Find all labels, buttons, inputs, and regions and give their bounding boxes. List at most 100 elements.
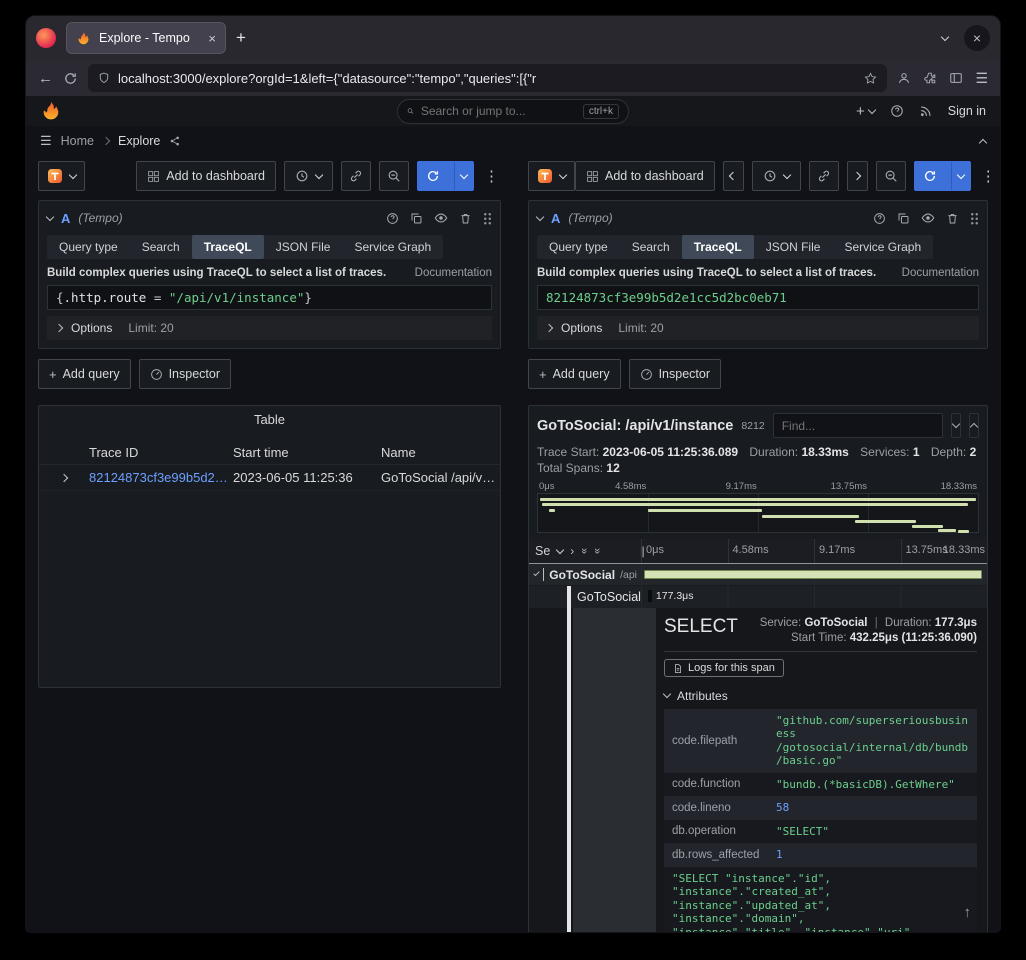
tab-query-type[interactable]: Query type — [47, 235, 130, 259]
list-tabs-icon[interactable] — [941, 32, 949, 40]
hide-query-icon[interactable] — [434, 211, 448, 225]
zoom-out-button[interactable] — [379, 161, 409, 191]
news-rss-icon[interactable] — [919, 104, 933, 118]
span-row-selected[interactable]: GoToSocial 177.3μs — [529, 586, 987, 608]
delete-query-icon[interactable] — [946, 212, 959, 225]
span-timeline[interactable] — [641, 564, 987, 585]
duplicate-query-icon[interactable] — [410, 212, 423, 225]
tab-json-file[interactable]: JSON File — [754, 235, 833, 259]
query-options-row[interactable]: Options Limit: 20 — [537, 316, 979, 340]
attributes-accordion[interactable]: Attributes — [664, 689, 977, 703]
logs-for-span-button[interactable]: Logs for this span — [664, 659, 784, 677]
account-icon[interactable] — [897, 71, 911, 85]
trace-id-link[interactable]: 82124873cf3e99b5d2e1... — [89, 470, 233, 485]
attribute-row[interactable]: code.filepath "github.com/superseriousbu… — [664, 709, 977, 773]
collapse-all-icon[interactable] — [578, 548, 590, 554]
tab-json-file[interactable]: JSON File — [264, 235, 343, 259]
query-help-icon[interactable] — [386, 212, 399, 225]
chevron-down-icon[interactable] — [556, 545, 564, 553]
expand-all-icon[interactable] — [591, 548, 603, 554]
firefox-view-icon[interactable] — [36, 28, 56, 48]
query-help-icon[interactable] — [873, 212, 886, 225]
shield-icon[interactable] — [98, 72, 110, 84]
datasource-picker[interactable] — [38, 161, 85, 191]
panel-title[interactable]: Table — [39, 406, 500, 427]
attribute-row[interactable]: code.lineno 58 — [664, 796, 977, 820]
tab-close-icon[interactable] — [208, 31, 216, 46]
help-icon[interactable] — [890, 104, 904, 118]
new-tab-button[interactable] — [236, 28, 246, 48]
span-duration-bar[interactable] — [644, 570, 981, 579]
col-header-start-time[interactable]: Start time — [233, 445, 381, 460]
collapse-query-icon[interactable] — [46, 212, 54, 220]
add-query-button[interactable]: Add query — [528, 359, 621, 389]
share-icon[interactable] — [169, 135, 181, 147]
attribute-row[interactable]: db.operation "SELECT" — [664, 820, 977, 844]
mega-menu-icon[interactable] — [40, 133, 52, 149]
add-query-button[interactable]: Add query — [38, 359, 131, 389]
inspector-button[interactable]: Inspector — [139, 359, 231, 389]
find-next-button[interactable] — [951, 413, 961, 438]
attribute-row[interactable]: db.rows_affected 1 — [664, 843, 977, 867]
pane-kebab-menu[interactable] — [482, 167, 501, 185]
attribute-row[interactable]: code.function "bundb.(*basicDB).GetWhere… — [664, 773, 977, 797]
scroll-top-icon[interactable] — [979, 138, 987, 146]
col-header-name[interactable]: Name — [381, 445, 500, 460]
back-button[interactable] — [38, 70, 53, 87]
new-menu-button[interactable] — [856, 103, 875, 120]
tab-traceql[interactable]: TraceQL — [682, 235, 754, 259]
run-query-button[interactable] — [914, 161, 971, 191]
attribute-row[interactable]: "SELECT "instance"."id", "instance"."cre… — [664, 867, 977, 933]
span-row-root[interactable]: GoToSocial /api — [529, 564, 987, 586]
sign-in-link[interactable]: Sign in — [948, 104, 986, 118]
documentation-link[interactable]: Documentation — [415, 267, 492, 279]
search-input[interactable] — [421, 104, 576, 118]
expand-one-icon[interactable] — [570, 544, 574, 558]
global-search[interactable]: ctrl+k — [397, 99, 629, 124]
tab-traceql[interactable]: TraceQL — [192, 235, 264, 259]
window-close-button[interactable] — [964, 25, 990, 51]
collapse-span-icon[interactable] — [533, 570, 539, 576]
col-header-trace-id[interactable]: Trace ID — [89, 445, 233, 460]
menu-icon[interactable] — [975, 70, 988, 87]
reload-button[interactable] — [63, 71, 78, 86]
drag-handle-icon[interactable] — [970, 212, 979, 225]
tab-service-graph[interactable]: Service Graph — [832, 235, 933, 259]
run-query-interval-dropdown[interactable] — [454, 162, 473, 190]
span-timeline[interactable]: 177.3μs — [641, 586, 987, 608]
time-picker-button[interactable] — [284, 161, 333, 191]
datasource-picker[interactable] — [528, 161, 575, 191]
scroll-to-top-icon[interactable] — [964, 904, 972, 921]
run-query-button[interactable] — [417, 161, 474, 191]
pane-kebab-menu[interactable] — [979, 167, 998, 185]
table-row[interactable]: 82124873cf3e99b5d2e1... 2023-06-05 11:25… — [39, 465, 500, 491]
duplicate-query-icon[interactable] — [897, 212, 910, 225]
breadcrumb-home[interactable]: Home — [61, 134, 94, 148]
zoom-out-button[interactable] — [876, 161, 906, 191]
grafana-logo[interactable] — [40, 100, 62, 122]
extensions-icon[interactable] — [923, 71, 937, 85]
url-bar[interactable] — [88, 64, 887, 92]
collapse-query-icon[interactable] — [536, 212, 544, 220]
traceql-code-editor[interactable]: 82124873cf3e99b5d2e1cc5d2bc0eb71 — [537, 285, 979, 310]
drag-handle-icon[interactable] — [483, 212, 492, 225]
sidebar-icon[interactable] — [949, 71, 963, 85]
copy-link-button[interactable] — [809, 161, 839, 191]
time-picker-button[interactable] — [752, 161, 801, 191]
tab-service-graph[interactable]: Service Graph — [342, 235, 443, 259]
hide-query-icon[interactable] — [921, 211, 935, 225]
documentation-link[interactable]: Documentation — [902, 267, 979, 279]
find-input[interactable] — [773, 413, 943, 438]
run-query-interval-dropdown[interactable] — [951, 162, 970, 190]
tab-query-type[interactable]: Query type — [537, 235, 620, 259]
query-options-row[interactable]: Options Limit: 20 — [47, 316, 492, 340]
bookmark-star-icon[interactable] — [864, 72, 877, 85]
browser-tab[interactable]: Explore - Tempo — [66, 22, 226, 54]
trace-minimap[interactable]: 0μs 4.58ms 9.17ms 13.75ms 18.33ms — [537, 480, 979, 533]
copy-link-button[interactable] — [341, 161, 371, 191]
minimap-band[interactable] — [537, 493, 979, 533]
tab-search[interactable]: Search — [620, 235, 682, 259]
shift-time-forward-button[interactable] — [847, 161, 868, 191]
add-to-dashboard-button[interactable]: Add to dashboard — [136, 161, 276, 191]
shift-time-back-button[interactable] — [723, 161, 744, 191]
